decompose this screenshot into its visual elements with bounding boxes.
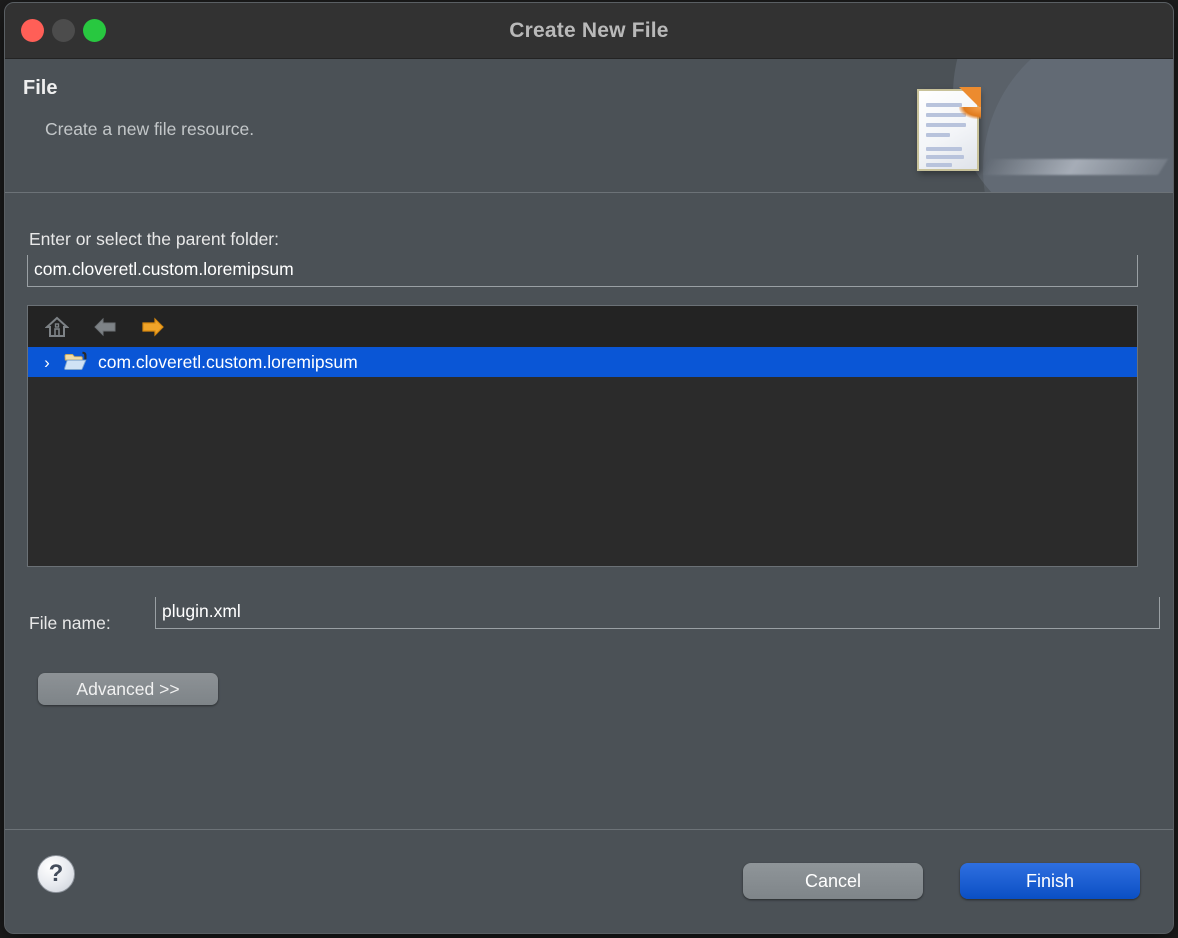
folder-tree-panel: › com.cloveretl.custom.loremipsum (27, 305, 1138, 567)
tree-item-label: com.cloveretl.custom.loremipsum (98, 351, 358, 372)
maximize-window-button[interactable] (83, 19, 106, 42)
title-bar: Create New File (5, 3, 1173, 59)
create-new-file-dialog: Create New File File Create a new file r… (4, 2, 1174, 934)
close-window-button[interactable] (21, 19, 44, 42)
minimize-window-button[interactable] (52, 19, 75, 42)
cancel-button[interactable]: Cancel (743, 863, 923, 899)
folder-tree-toolbar (28, 306, 1137, 347)
advanced-button[interactable]: Advanced >> (38, 673, 218, 705)
open-folder-icon (64, 351, 90, 373)
file-name-label: File name: (29, 613, 111, 633)
help-icon[interactable]: ? (37, 855, 75, 893)
banner-artwork (873, 59, 1173, 192)
tree-item-loremipsum[interactable]: › com.cloveretl.custom.loremipsum (28, 347, 1137, 377)
chevron-right-icon[interactable]: › (38, 354, 56, 371)
parent-folder-label: Enter or select the parent folder: (29, 229, 279, 249)
file-name-input[interactable] (155, 597, 1160, 629)
dialog-body: Enter or select the parent folder: com.c… (5, 193, 1173, 829)
window-controls (5, 19, 106, 42)
new-file-document-icon (917, 87, 981, 171)
dialog-footer: ? Cancel Finish (5, 829, 1173, 933)
home-icon[interactable] (42, 314, 72, 340)
parent-folder-input[interactable] (27, 255, 1138, 287)
wizard-banner: File Create a new file resource. (5, 59, 1173, 193)
finish-button[interactable]: Finish (960, 863, 1140, 899)
forward-arrow-icon[interactable] (138, 314, 168, 340)
window-title: Create New File (509, 18, 669, 42)
page-description: Create a new file resource. (45, 119, 255, 139)
page-title: File (23, 77, 58, 99)
back-arrow-icon[interactable] (90, 314, 120, 340)
folder-tree-list[interactable]: › com.cloveretl.custom.loremipsum (28, 347, 1137, 377)
